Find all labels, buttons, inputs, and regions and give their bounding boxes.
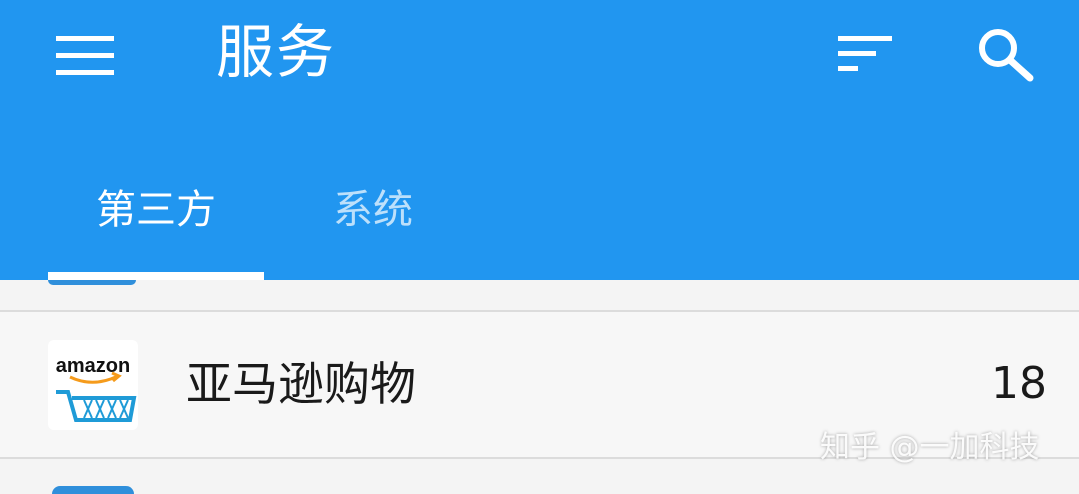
page-title: 服务 (216, 18, 337, 86)
tab-system[interactable]: 系统 (300, 178, 446, 242)
search-icon (979, 29, 1034, 82)
menu-button[interactable] (52, 26, 118, 82)
list-item-partial (0, 280, 1079, 310)
amazon-logo-text: amazon (56, 355, 130, 377)
menu-icon (56, 36, 114, 75)
app-icon-partial (48, 280, 136, 285)
app-icon-partial (52, 486, 134, 494)
app-count: 18 (991, 358, 1047, 409)
amazon-logo-icon: amazon (48, 340, 138, 430)
sort-icon (838, 36, 892, 71)
sort-button[interactable] (832, 26, 898, 82)
search-button[interactable] (972, 22, 1042, 84)
app-bar: 服务 第三方 系统 (0, 0, 1079, 280)
app-name: 亚马逊购物 (186, 357, 416, 411)
watermark: 知乎 @一加科技 (820, 430, 1040, 465)
tab-indicator (48, 272, 264, 280)
tab-third-party[interactable]: 第三方 (48, 178, 264, 242)
